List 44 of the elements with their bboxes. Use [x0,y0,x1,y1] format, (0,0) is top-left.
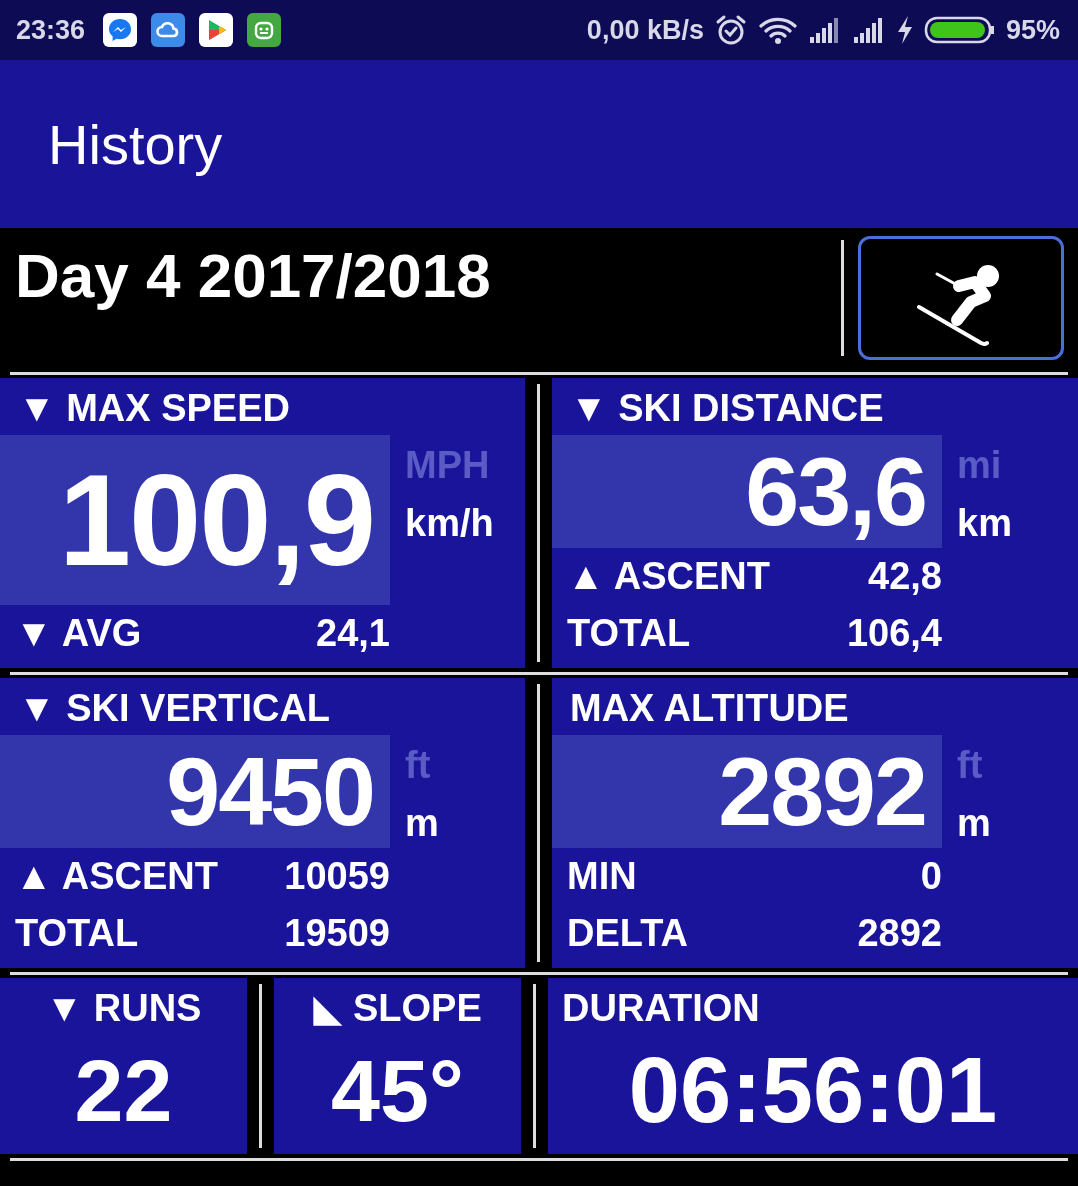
stat-value: 63,6 [745,443,926,540]
battery-icon [923,15,996,45]
tile-label: DURATION [561,986,761,1031]
sub-label: ▲ ASCENT [567,555,770,598]
battery-percent: 95% [1005,14,1060,46]
sub-value: 106,4 [846,612,942,655]
screen-title: History [48,111,223,177]
sub-label: MIN [567,855,637,898]
wifi-icon [757,15,798,45]
stat-value: 2892 [718,743,926,840]
sub-value: 0 [920,855,942,898]
network-speed: 0,00 kB/s [586,14,704,46]
unit-option[interactable]: km/h [405,501,494,545]
tile-label: MAX ALTITUDE [569,686,850,731]
day-title: Day 4 2017/2018 [15,240,491,312]
sub-value: 19509 [284,912,390,955]
stat-value: 22 [74,1039,173,1142]
unit-option[interactable]: m [405,801,439,845]
tile-label: ▼ SKI VERTICAL [17,686,332,731]
sub-value: 24,1 [316,612,390,655]
tile-label: ▼ MAX SPEED [17,386,291,431]
sub-label: TOTAL [15,912,139,955]
sub-label: TOTAL [567,612,691,655]
chat-bubble-icon [103,13,138,47]
sub-value: 10059 [284,855,390,898]
stat-value: 100,9 [58,455,374,585]
sub-value: 2892 [857,912,942,955]
status-time: 23:36 [16,14,86,46]
stat-value: 06:56:01 [627,1038,999,1143]
sub-label: DELTA [567,912,688,955]
sub-label: ▲ ASCENT [15,855,218,898]
cloud-icon [151,13,186,47]
tile-label: ▼ RUNS [45,986,202,1031]
tile-label: ◣ SLOPE [313,986,482,1031]
stat-value: 45° [330,1039,465,1142]
charging-bolt-icon [895,15,914,45]
unit-option[interactable]: m [957,801,991,845]
robot-face-icon [247,13,282,47]
unit-option[interactable]: km [957,501,1012,545]
stat-value: 9450 [166,743,374,840]
sub-value: 42,8 [868,555,942,598]
sub-label: ▼ AVG [15,612,142,655]
activity-button[interactable] [858,236,1064,360]
tile-label: ▼ SKI DISTANCE [569,386,885,431]
